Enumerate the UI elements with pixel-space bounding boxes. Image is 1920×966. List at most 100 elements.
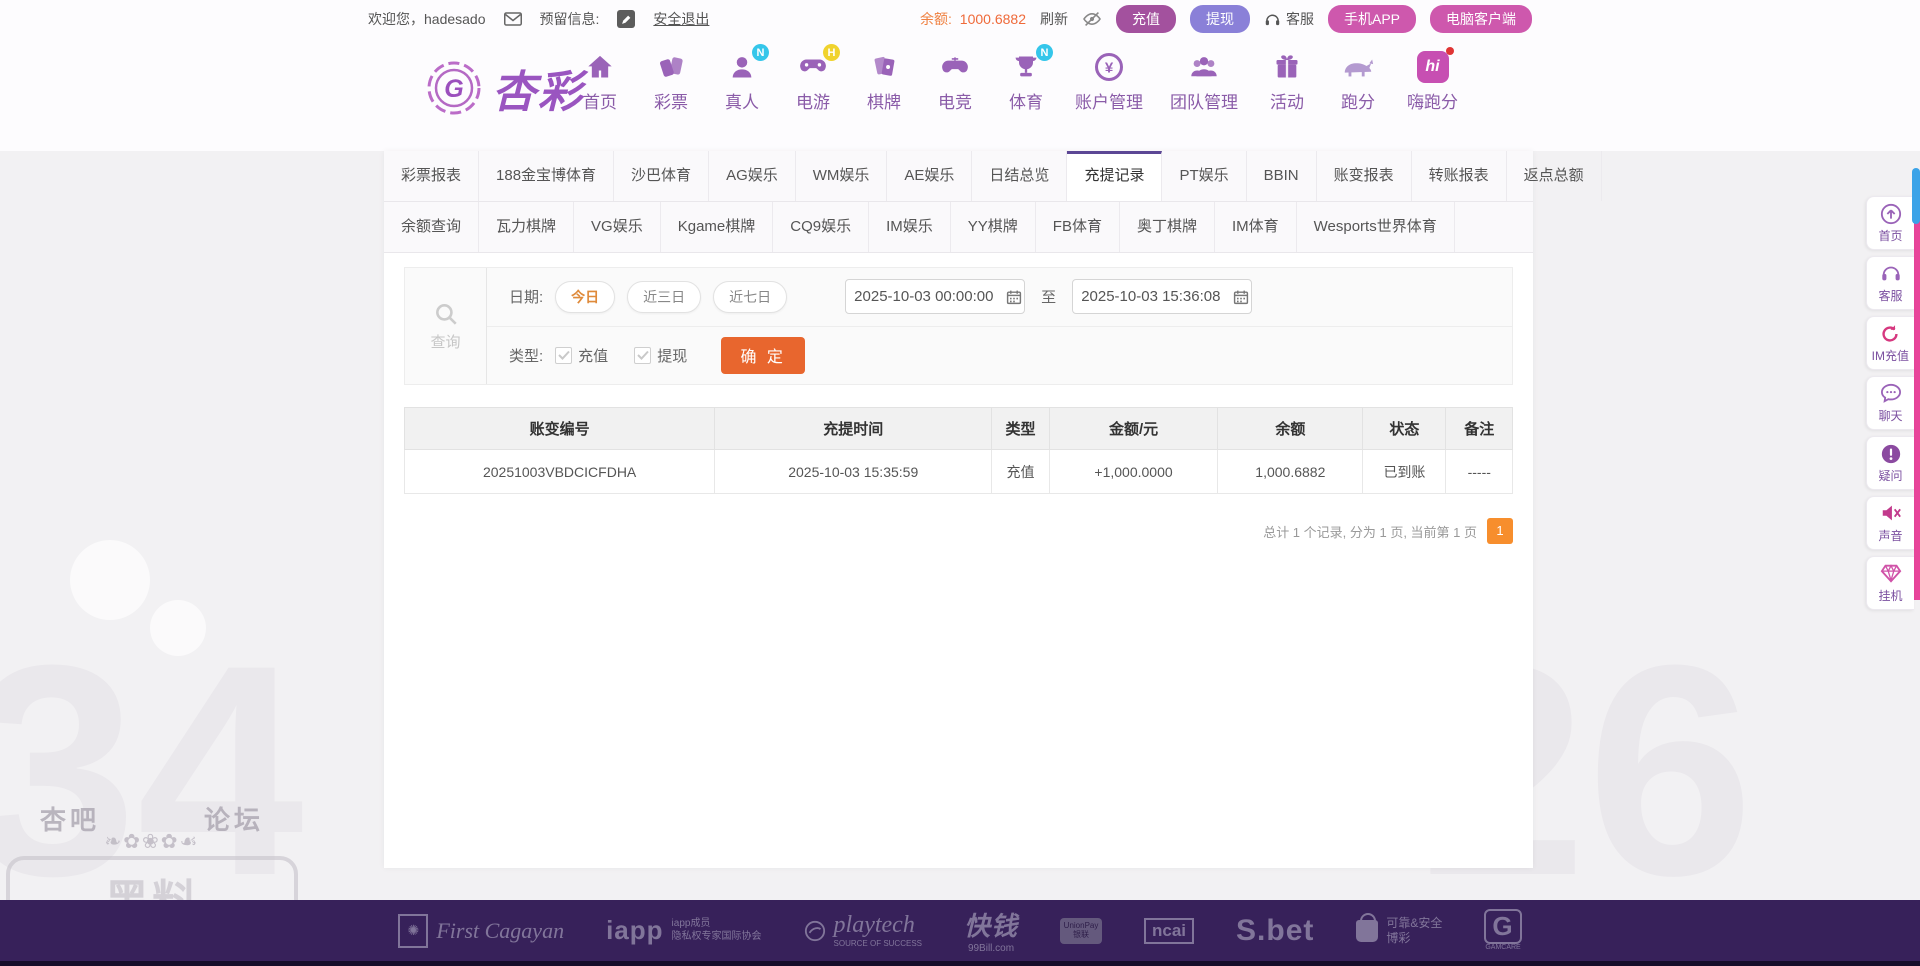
home-icon <box>583 50 617 84</box>
quick-today-button[interactable]: 今日 <box>555 280 616 313</box>
tab-shaba-sport[interactable]: 沙巴体育 <box>614 151 710 201</box>
site-logo[interactable]: G 杏彩 <box>424 56 584 120</box>
logo-sbet: S.bet <box>1236 914 1314 948</box>
nav-item-sports[interactable]: N 体育 <box>1004 44 1053 113</box>
logo-flower-icon: G <box>424 58 484 118</box>
tab-188-sport[interactable]: 188金宝博体育 <box>479 151 615 201</box>
float-im-recharge-button[interactable]: IM充值 <box>1865 316 1914 370</box>
float-item-label: 聊天 <box>1878 409 1903 423</box>
float-home-button[interactable]: 首页 <box>1866 196 1914 250</box>
tab-fb-sport[interactable]: FB体育 <box>1036 202 1120 252</box>
eye-off-icon[interactable] <box>1082 11 1102 27</box>
pagination: 总计 1 个记录, 分为 1 页, 当前第 1 页 1 <box>404 518 1513 544</box>
tab-zhangbian-baobiao[interactable]: 账变报表 <box>1317 151 1412 201</box>
customer-service-link[interactable]: 客服 <box>1264 9 1314 29</box>
float-service-button[interactable]: 客服 <box>1866 256 1914 310</box>
float-question-button[interactable]: 疑问 <box>1866 436 1914 490</box>
nav-label: 棋牌 <box>867 93 901 112</box>
nav-item-lottery[interactable]: 彩票 <box>649 50 693 113</box>
main-header: G 杏彩 首页 彩票 N 真人 H 电游 棋牌 电竞 N 体育 ¥ 账户管理 团… <box>0 38 1920 150</box>
col-header-amount: 金额/元 <box>1048 407 1219 450</box>
tab-chongti-jilu-active[interactable]: 充提记录 <box>1067 151 1163 201</box>
badge-h: H <box>823 44 840 61</box>
page-1-button[interactable]: 1 <box>1487 518 1513 544</box>
watermark-left-text: 杏吧 <box>40 805 101 835</box>
mobile-app-button[interactable]: 手机APP <box>1327 5 1416 33</box>
float-item-label: 声音 <box>1878 529 1903 543</box>
confirm-button[interactable]: 确 定 <box>721 336 806 374</box>
gift-icon <box>1270 50 1304 84</box>
nav-item-home[interactable]: 首页 <box>578 50 622 113</box>
tab-cq9[interactable]: CQ9娱乐 <box>773 202 870 252</box>
nav-item-paofen[interactable]: 跑分 <box>1336 50 1380 113</box>
tab-wesports[interactable]: Wesports世界体育 <box>1297 202 1455 252</box>
tickets-icon <box>654 50 688 84</box>
tab-pt[interactable]: PT娱乐 <box>1162 151 1247 201</box>
tab-yy-qipai[interactable]: YY棋牌 <box>951 202 1036 252</box>
nav-label: 首页 <box>583 93 617 112</box>
nav-item-slots[interactable]: H 电游 <box>791 44 840 113</box>
tab-fandian-zonge[interactable]: 返点总额 <box>1507 151 1602 201</box>
quick-3days-button[interactable]: 近三日 <box>627 280 702 313</box>
mail-icon[interactable] <box>503 12 522 26</box>
logout-link[interactable]: 安全退出 <box>653 9 709 29</box>
balance: 余额: 1000.6882 <box>920 9 1026 29</box>
tab-zhuanzhang-baobiao[interactable]: 转账报表 <box>1412 151 1507 201</box>
withdraw-button[interactable]: 提现 <box>1189 5 1250 33</box>
quick-7days-button[interactable]: 近七日 <box>713 280 788 313</box>
type-withdraw-checkbox[interactable]: 提现 <box>634 345 687 366</box>
type-recharge-checkbox[interactable]: 充值 <box>555 345 608 366</box>
tab-wali-qipai[interactable]: 瓦力棋牌 <box>479 202 575 252</box>
chat-bubble-icon <box>1880 383 1902 405</box>
nav-item-live[interactable]: N 真人 <box>720 44 769 113</box>
calendar-icon[interactable] <box>1006 289 1022 305</box>
calendar-icon[interactable] <box>1233 289 1249 305</box>
cell-record-type: 充值 <box>991 449 1050 494</box>
balance-label: 余额: <box>920 11 952 27</box>
nav-item-promotions[interactable]: 活动 <box>1265 50 1309 113</box>
float-item-label: 挂机 <box>1878 589 1903 603</box>
cell-record-id: 20251003VBDCICFDHA <box>403 449 716 494</box>
pc-client-button[interactable]: 电脑客户端 <box>1430 5 1532 33</box>
nav-item-account[interactable]: ¥ 账户管理 <box>1075 50 1143 113</box>
tab-im-sport[interactable]: IM体育 <box>1215 202 1297 252</box>
search-icon <box>433 301 459 327</box>
float-sound-button[interactable]: 声音 <box>1866 496 1914 550</box>
nav-item-team[interactable]: 团队管理 <box>1170 50 1238 113</box>
tab-bbin[interactable]: BBIN <box>1247 151 1317 201</box>
edit-reserved-icon[interactable] <box>617 10 636 28</box>
nav-label: 团队管理 <box>1170 93 1238 112</box>
report-tabs-row2: 余额查询 瓦力棋牌 VG娱乐 Kgame棋牌 CQ9娱乐 IM娱乐 YY棋牌 F… <box>384 202 1533 253</box>
tab-aoding-qipai[interactable]: 奥丁棋牌 <box>1120 202 1215 252</box>
refresh-balance-link[interactable]: 刷新 <box>1040 9 1068 29</box>
refresh-icon <box>1879 323 1901 345</box>
logo-text: playtech <box>833 912 915 938</box>
footer: ✺ First Cagayan iapp iapp成员 隐私权专家国际协会 pl… <box>0 900 1920 966</box>
recharge-button[interactable]: 充值 <box>1115 5 1176 33</box>
tab-wm[interactable]: WM娱乐 <box>796 151 888 201</box>
logo-99bill: 快钱 99Bill.com <box>964 906 1018 956</box>
balance-value: 1000.6882 <box>959 11 1026 27</box>
tab-im-yule[interactable]: IM娱乐 <box>869 202 951 252</box>
tab-kgame[interactable]: Kgame棋牌 <box>661 202 774 252</box>
tab-ae[interactable]: AE娱乐 <box>887 151 973 201</box>
bg-balloon <box>150 600 206 656</box>
gem-icon <box>1880 563 1902 585</box>
nav-item-hi-paofen[interactable]: hi 嗨跑分 <box>1407 47 1458 113</box>
tab-rijie-zonglan[interactable]: 日结总览 <box>972 151 1068 201</box>
date-label: 日期: <box>509 289 544 307</box>
tab-caipiao-baobiao[interactable]: 彩票报表 <box>384 151 480 201</box>
nav-item-esports[interactable]: 电竞 <box>933 50 977 113</box>
date-from-input[interactable] <box>854 288 1001 306</box>
logo-first-cagayan: ✺ First Cagayan <box>398 913 564 948</box>
logo-subtext: iapp成员 隐私权专家国际协会 <box>671 918 762 942</box>
float-menu: 首页 客服 IM充值 聊天 疑问 声音 挂机 <box>1865 196 1914 610</box>
tab-ag[interactable]: AG娱乐 <box>709 151 796 201</box>
float-idle-button[interactable]: 挂机 <box>1866 556 1914 610</box>
nav-item-boardgames[interactable]: 棋牌 <box>862 50 906 113</box>
date-to-input[interactable] <box>1081 288 1228 306</box>
tab-yue-chaxun[interactable]: 余额查询 <box>384 202 480 252</box>
tab-vg[interactable]: VG娱乐 <box>574 202 661 252</box>
scrollbar-thumb[interactable] <box>1912 168 1920 224</box>
float-chat-button[interactable]: 聊天 <box>1866 376 1914 430</box>
